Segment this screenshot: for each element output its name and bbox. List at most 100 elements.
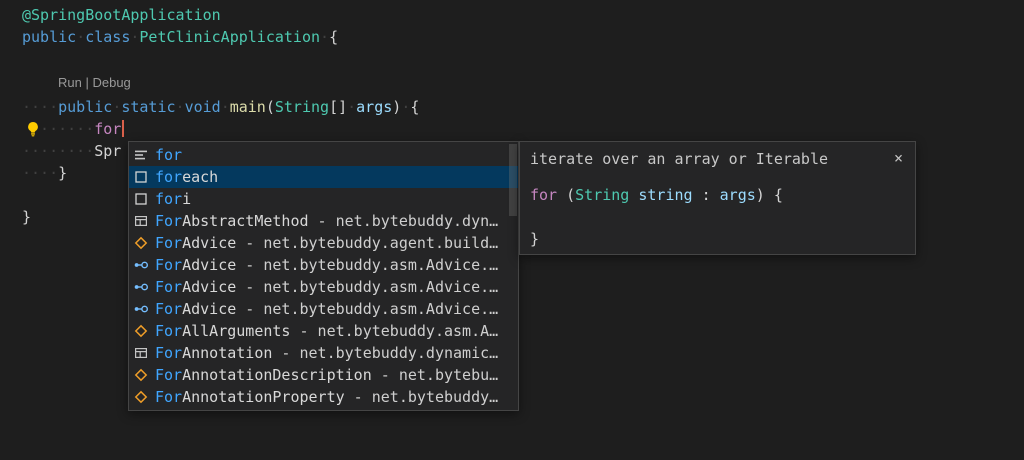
suggestion-match-text: for <box>155 190 182 208</box>
whitespace-dots: · <box>347 98 356 116</box>
suggest-scrollbar-thumb[interactable] <box>509 144 517 216</box>
keyword-icon <box>133 147 149 163</box>
close-icon[interactable]: × <box>892 148 905 168</box>
codelens: Run | Debug <box>22 70 419 96</box>
suggestion-match-text: for <box>155 146 182 164</box>
code-token: static <box>121 98 175 116</box>
suggestion-label-text: each <box>182 168 218 186</box>
suggestion-label-text: AbstractMethod <box>182 212 308 230</box>
suggestion-item[interactable]: for <box>129 144 518 166</box>
docs-summary: iterate over an array or Iterable <box>530 148 828 170</box>
suggestion-match-text: For <box>155 322 182 340</box>
code-token: } <box>22 208 31 226</box>
docs-code-line: for (String string : args) { <box>530 184 905 206</box>
suggestion-item[interactable]: ForAllArguments - net.bytebuddy.asm.A… <box>129 320 518 342</box>
code-token: } <box>530 230 539 248</box>
suggestion-match-text: For <box>155 366 182 384</box>
whitespace-dots: · <box>76 28 85 46</box>
field-icon <box>133 257 149 273</box>
suggest-docs-panel: iterate over an array or Iterable × for … <box>519 141 916 255</box>
suggestion-match-text: for <box>155 168 182 186</box>
suggestion-detail-text: - net.bytebuddy.asm.Advice.… <box>236 256 498 274</box>
code-token: { <box>329 28 338 46</box>
suggestion-match-text: For <box>155 278 182 296</box>
code-line: public·class·PetClinicApplication·{ <box>22 26 419 48</box>
code-token: public <box>22 28 76 46</box>
suggestion-item[interactable]: fori <box>129 188 518 210</box>
struct-icon <box>133 213 149 229</box>
class-icon <box>133 235 149 251</box>
vscode-editor-window: @SpringBootApplication public·class·PetCl… <box>0 0 1024 460</box>
code-line <box>22 48 419 70</box>
code-token: args <box>356 98 392 116</box>
suggestion-detail-text: - net.bytebu… <box>372 366 498 384</box>
suggestion-item[interactable]: ForAnnotationProperty - net.bytebuddy… <box>129 386 518 408</box>
whitespace-dots: · <box>320 28 329 46</box>
suggestion-detail-text: - net.bytebuddy.dynamic… <box>272 344 498 362</box>
code-token: } <box>58 164 67 182</box>
suggestion-item[interactable]: foreach <box>129 166 518 188</box>
code-token: main <box>230 98 266 116</box>
codelens-debug-link[interactable]: Debug <box>92 75 130 90</box>
whitespace-dots: ···· <box>22 98 58 116</box>
code-token: for <box>94 120 121 138</box>
code-token: { <box>410 98 419 116</box>
code-token: String <box>575 186 629 204</box>
code-token: void <box>185 98 221 116</box>
suggestion-label-text: AllArguments <box>182 322 290 340</box>
codelens-run-link[interactable]: Run <box>58 75 82 90</box>
suggestion-detail-text: - net.bytebuddy.asm.Advice.… <box>236 278 498 296</box>
snippet-icon <box>133 169 149 185</box>
code-token: args <box>720 186 756 204</box>
code-token: @SpringBootApplication <box>22 6 221 24</box>
code-line: @SpringBootApplication <box>22 4 419 26</box>
code-line: ····public·static·void·main(String[]·arg… <box>22 96 419 118</box>
code-token: ( <box>266 98 275 116</box>
suggestion-item[interactable]: ForAnnotationDescription - net.bytebu… <box>129 364 518 386</box>
suggestion-label-text: Advice <box>182 234 236 252</box>
field-icon <box>133 279 149 295</box>
suggestion-item[interactable]: ForAdvice - net.bytebuddy.agent.build… <box>129 232 518 254</box>
suggestion-match-text: For <box>155 300 182 318</box>
code-token: ( <box>557 186 575 204</box>
class-icon <box>133 389 149 405</box>
text-cursor <box>122 120 124 137</box>
suggestion-label-text: Advice <box>182 256 236 274</box>
code-token: String <box>275 98 329 116</box>
whitespace-dots: · <box>176 98 185 116</box>
suggestion-detail-text: - net.bytebuddy… <box>345 388 499 406</box>
code-line: ········for <box>22 118 419 140</box>
field-icon <box>133 301 149 317</box>
code-token: public <box>58 98 112 116</box>
suggestion-item[interactable]: ForAbstractMethod - net.bytebuddy.dyn… <box>129 210 518 232</box>
code-token: for <box>530 186 557 204</box>
code-token: [] <box>329 98 347 116</box>
suggestion-item[interactable]: ForAdvice - net.bytebuddy.asm.Advice.… <box>129 254 518 276</box>
code-token: Spr <box>94 142 121 160</box>
suggestion-match-text: For <box>155 344 182 362</box>
suggestion-match-text: For <box>155 234 182 252</box>
suggestion-label-text: Advice <box>182 278 236 296</box>
code-token: ) <box>392 98 401 116</box>
whitespace-dots: · <box>112 98 121 116</box>
suggestion-detail-text: - net.bytebuddy.asm.Advice.… <box>236 300 498 318</box>
code-token: string <box>638 186 692 204</box>
code-token: : <box>693 186 720 204</box>
suggestion-label-text: AnnotationDescription <box>182 366 372 384</box>
suggestion-item[interactable]: ForAdvice - net.bytebuddy.asm.Advice.… <box>129 298 518 320</box>
class-icon <box>133 323 149 339</box>
lightbulb-icon[interactable] <box>24 120 42 138</box>
suggestion-match-text: For <box>155 212 182 230</box>
suggest-widget: forforeachforiForAbstractMethod - net.by… <box>128 141 519 411</box>
suggestion-label-text: Advice <box>182 300 236 318</box>
suggestion-item[interactable]: ForAnnotation - net.bytebuddy.dynamic… <box>129 342 518 364</box>
class-icon <box>133 367 149 383</box>
codelens-separator: | <box>82 75 93 90</box>
suggestion-item[interactable]: ForAdvice - net.bytebuddy.asm.Advice.… <box>129 276 518 298</box>
whitespace-dots: ···· <box>22 164 58 182</box>
code-token: class <box>85 28 130 46</box>
suggestion-match-text: For <box>155 256 182 274</box>
suggestion-label-text: Annotation <box>182 344 272 362</box>
docs-code-line <box>530 206 905 228</box>
snippet-icon <box>133 191 149 207</box>
